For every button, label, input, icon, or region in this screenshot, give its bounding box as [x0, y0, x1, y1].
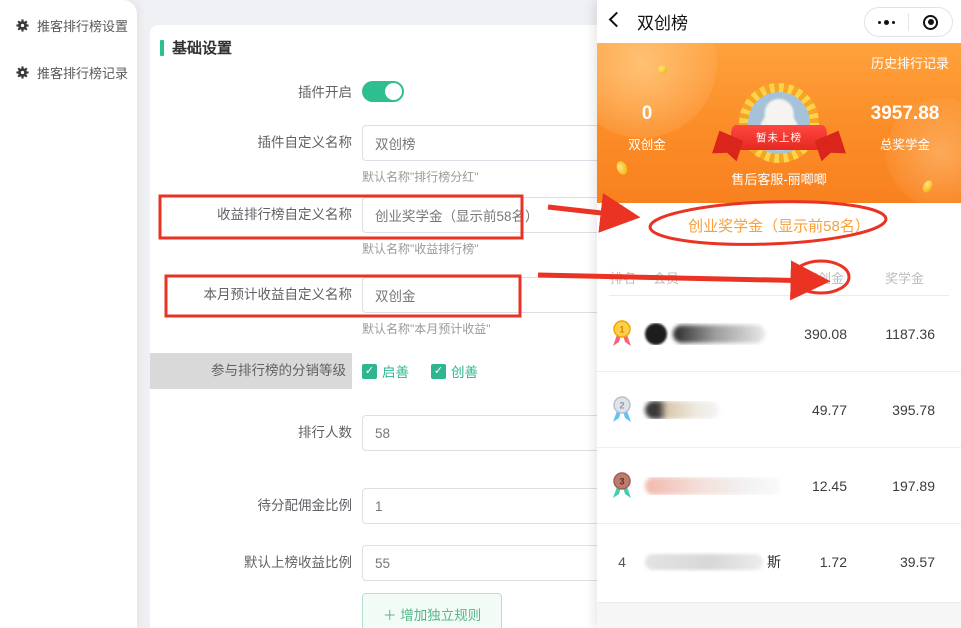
scholarship-value: 395.78 — [847, 402, 935, 418]
banner: 历史排行记录 0 双创金 3957.88 总奖学金 暂未上榜 售后客服-丽唧唧 — [597, 43, 961, 203]
table-row: 3 12.45 197.89 — [597, 448, 961, 524]
phone-preview: 双创榜 历史排行记录 0 双创金 3957.88 总奖学金 — [597, 0, 961, 628]
form-row-distribution-levels: 参与排行榜的分销等级 ✓ 启善 ✓ 创善 — [150, 353, 620, 389]
field-hint: 默认名称"本月预计收益" — [362, 320, 608, 337]
column-header-dual-fund: 双创金 — [805, 268, 844, 287]
member-name-blurred: 斯 — [637, 552, 781, 572]
field-label-highlighted: 参与排行榜的分销等级 — [150, 353, 352, 389]
page: 推客排行榜设置 推客排行榜记录 基础设置 插件 — [0, 0, 961, 628]
scholarship-value: 39.57 — [847, 554, 935, 570]
sidebar: 推客排行榜设置 推客排行榜记录 — [0, 0, 137, 628]
field-label: 排行人数 — [150, 415, 352, 451]
form-row-add-rule: ＋ 增加独立规则 — [150, 593, 620, 628]
gold-medal-icon: 1 — [610, 319, 634, 349]
section-header: 基础设置 — [150, 25, 620, 58]
medal-rank-number: 1 — [619, 324, 624, 334]
stat-label: 总奖学金 — [863, 134, 947, 153]
checkbox-checked-icon: ✓ — [362, 364, 377, 379]
form-row-plugin-toggle: 插件开启 — [150, 75, 620, 111]
table-row: 1 390.08 1187.36 — [597, 296, 961, 372]
column-header-scholarship: 奖学金 — [885, 268, 924, 287]
sidebar-item-leaderboard-settings[interactable]: 推客排行榜设置 — [0, 4, 137, 47]
miniprogram-capsule — [864, 7, 953, 37]
member-avatar-blurred — [645, 323, 667, 345]
commission-ratio-input[interactable] — [362, 488, 608, 524]
sidebar-item-label: 推客排行榜记录 — [37, 63, 128, 82]
plugin-enabled-toggle[interactable] — [362, 81, 404, 102]
scholarship-value: 1187.36 — [847, 326, 935, 342]
phone-page-title: 双创榜 — [637, 9, 688, 34]
sidebar-item-leaderboard-records[interactable]: 推客排行榜记录 — [0, 51, 137, 94]
gear-icon — [16, 19, 29, 32]
checkbox-label: 创善 — [451, 361, 478, 381]
level-checkbox-1[interactable]: ✓ 启善 — [362, 361, 409, 381]
field-label: 收益排行榜自定义名称 — [150, 197, 352, 233]
total-scholarship-stat: 3957.88 总奖学金 — [863, 103, 947, 153]
add-rule-button[interactable]: ＋ 增加独立规则 — [362, 593, 502, 628]
dual-fund-value: 1.72 — [781, 554, 847, 570]
field-hint: 默认名称"排行榜分红" — [362, 168, 608, 185]
default-ratio-input[interactable] — [362, 545, 608, 581]
month-income-name-input[interactable] — [362, 277, 608, 313]
settings-panel: 基础设置 插件开启 插件自定义名称 默认名称"排行榜分红" 收益排行榜自定义名称… — [150, 25, 620, 628]
section-title: 基础设置 — [172, 37, 232, 58]
table-row: 2 49.77 395.78 — [597, 372, 961, 448]
member-name-visible-char: 斯 — [767, 552, 781, 572]
gear-icon — [16, 66, 29, 79]
stat-value: 0 — [617, 103, 677, 125]
stat-label: 双创金 — [617, 134, 677, 153]
phone-footer-area — [597, 602, 961, 628]
form-row-plugin-name: 插件自定义名称 默认名称"排行榜分红" — [150, 125, 620, 185]
level-checkbox-2[interactable]: ✓ 创善 — [431, 361, 478, 381]
not-ranked-badge: 暂未上榜 — [731, 125, 827, 150]
field-label: 默认上榜收益比例 — [150, 545, 352, 581]
dual-fund-value: 49.77 — [781, 402, 847, 418]
checkbox-checked-icon: ✓ — [431, 364, 446, 379]
silver-medal-icon: 2 — [610, 395, 634, 425]
more-icon[interactable] — [865, 20, 908, 25]
ranking-list: 1 390.08 1187.36 2 — [597, 296, 961, 600]
income-rank-name-input[interactable] — [362, 197, 608, 233]
rank-count-input[interactable] — [362, 415, 608, 451]
coin-icon — [658, 65, 667, 74]
medal-rank-number: 3 — [619, 476, 624, 486]
my-dual-fund-stat: 0 双创金 — [617, 103, 677, 153]
dual-fund-value: 390.08 — [781, 326, 847, 342]
member-name-blurred — [637, 401, 781, 419]
bronze-medal-icon: 3 — [610, 471, 634, 501]
field-label: 插件自定义名称 — [150, 125, 352, 161]
list-title: 创业奖学金（显示前58名） — [597, 215, 961, 236]
badge-label: 暂未上榜 — [756, 130, 802, 145]
table-header: 排名 会员 双创金 奖学金 — [597, 268, 961, 294]
form-row-commission-ratio: 待分配佣金比例 — [150, 488, 620, 524]
checkbox-label: 启善 — [382, 361, 409, 381]
medal-rank-number: 2 — [619, 400, 624, 410]
exit-icon[interactable] — [909, 15, 952, 30]
service-nickname: 售后客服-丽唧唧 — [597, 169, 961, 188]
phone-navbar: 双创榜 — [597, 0, 961, 43]
column-header-member: 会员 — [653, 268, 679, 287]
sidebar-item-label: 推客排行榜设置 — [37, 16, 128, 35]
form-row-default-ratio: 默认上榜收益比例 — [150, 545, 620, 581]
member-name-blurred — [637, 323, 781, 345]
form-row-income-rank-name: 收益排行榜自定义名称 默认名称"收益排行榜" — [150, 197, 620, 257]
column-header-rank: 排名 — [610, 268, 636, 287]
scholarship-value: 197.89 — [847, 478, 935, 494]
member-name-blurred — [637, 477, 781, 495]
stat-value: 3957.88 — [863, 103, 947, 125]
back-icon[interactable] — [609, 12, 625, 28]
field-label: 本月预计收益自定义名称 — [150, 277, 352, 313]
plugin-name-input[interactable] — [362, 125, 608, 161]
table-row: 4 斯 1.72 39.57 — [597, 524, 961, 600]
dual-fund-value: 12.45 — [781, 478, 847, 494]
field-label: 待分配佣金比例 — [150, 488, 352, 524]
rank-number: 4 — [618, 554, 626, 570]
history-ranking-link[interactable]: 历史排行记录 — [871, 53, 949, 72]
form-row-month-income-name: 本月预计收益自定义名称 默认名称"本月预计收益" — [150, 277, 620, 337]
field-hint: 默认名称"收益排行榜" — [362, 240, 608, 257]
field-label: 插件开启 — [150, 75, 352, 111]
section-accent-bar — [160, 40, 164, 56]
form-row-rank-count: 排行人数 — [150, 415, 620, 451]
toggle-knob — [385, 83, 402, 100]
